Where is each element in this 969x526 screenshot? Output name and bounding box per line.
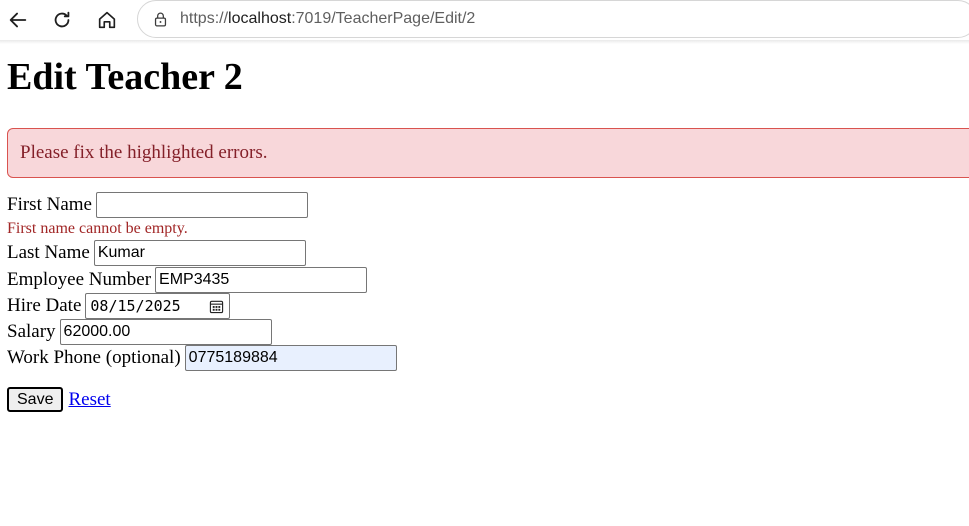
site-info-icon <box>154 12 166 27</box>
address-bar[interactable]: https://localhost:7019/TeacherPage/Edit/… <box>137 0 969 38</box>
hire-date-label: Hire Date <box>7 295 82 316</box>
form-actions: Save Reset <box>7 387 111 412</box>
first-name-row: First Name <box>7 192 308 218</box>
validation-alert: Please fix the highlighted errors. <box>7 128 969 178</box>
refresh-button[interactable] <box>47 5 77 35</box>
salary-row: Salary <box>7 319 272 345</box>
browser-toolbar: https://localhost:7019/TeacherPage/Edit/… <box>0 0 969 40</box>
refresh-icon <box>54 11 70 28</box>
first-name-input[interactable] <box>95 192 308 218</box>
salary-label: Salary <box>7 321 56 342</box>
url-host: localhost <box>228 10 292 27</box>
reset-link[interactable]: Reset <box>68 389 110 411</box>
url-text[interactable]: https://localhost:7019/TeacherPage/Edit/… <box>180 10 475 28</box>
work-phone-row: Work Phone (optional) <box>7 345 397 371</box>
employee-number-label: Employee Number <box>7 269 152 290</box>
first-name-error: First name cannot be empty. <box>7 220 188 237</box>
site-info-button[interactable] <box>147 6 173 32</box>
employee-number-input[interactable] <box>155 267 368 293</box>
hire-date-row: Hire Date 08/15/2025 <box>7 293 231 319</box>
page-title: Edit Teacher 2 <box>7 56 243 98</box>
hire-date-input[interactable]: 08/15/2025 <box>85 293 231 319</box>
home-icon <box>98 11 116 29</box>
first-name-label: First Name <box>7 194 92 215</box>
home-button[interactable] <box>92 5 122 35</box>
toolbar-divider <box>0 40 969 44</box>
last-name-row: Last Name <box>7 240 306 266</box>
work-phone-input[interactable] <box>184 345 397 371</box>
hire-date-value: 08/15/2025 <box>90 297 181 315</box>
salary-input[interactable] <box>59 319 272 345</box>
employee-number-row: Employee Number <box>7 267 368 293</box>
back-button[interactable] <box>3 5 33 35</box>
back-arrow-icon <box>9 12 27 28</box>
work-phone-label: Work Phone (optional) <box>7 347 181 368</box>
url-scheme: https:// <box>180 10 229 27</box>
last-name-input[interactable] <box>93 240 306 266</box>
save-button[interactable]: Save <box>7 387 64 412</box>
url-path: :7019/TeacherPage/Edit/2 <box>291 10 476 27</box>
calendar-icon[interactable] <box>209 299 224 314</box>
last-name-label: Last Name <box>7 242 90 263</box>
